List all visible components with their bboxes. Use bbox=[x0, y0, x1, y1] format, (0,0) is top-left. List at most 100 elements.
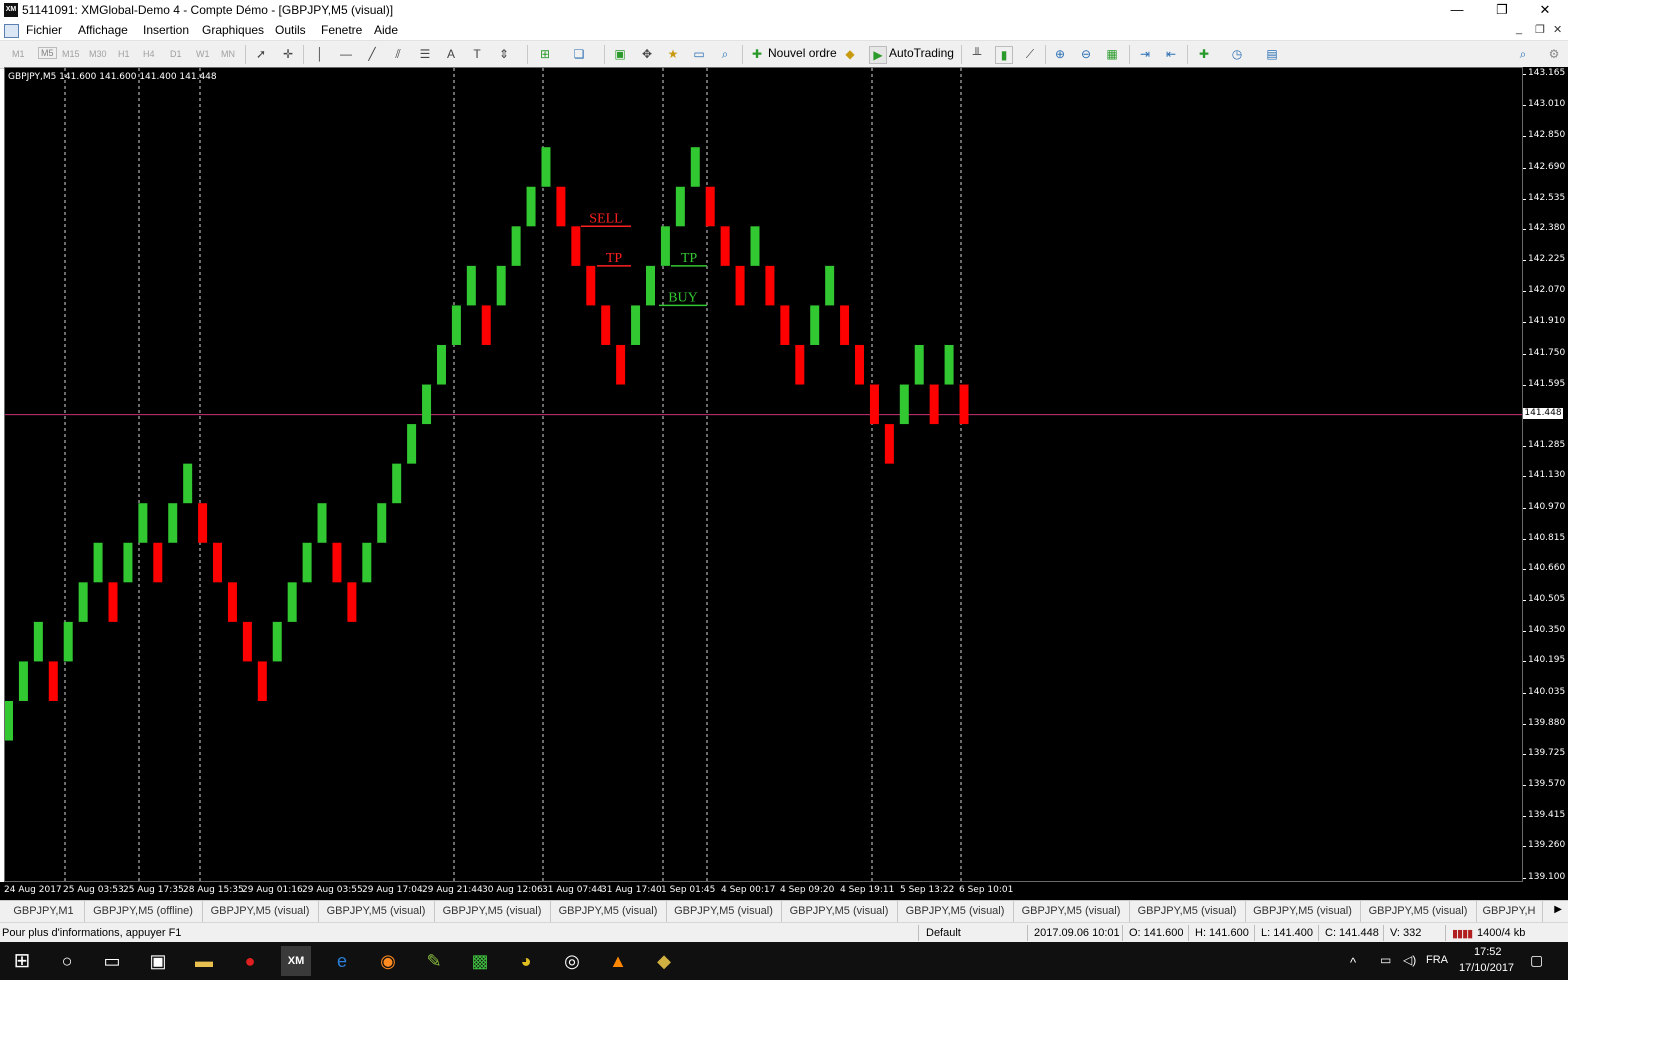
crosshair-icon[interactable]: ✛ bbox=[280, 46, 296, 62]
periodicity-icon[interactable]: ◷ bbox=[1229, 46, 1245, 62]
terminal-icon[interactable]: ▭ bbox=[691, 46, 707, 62]
market-watch-icon[interactable]: ▣ bbox=[612, 46, 628, 62]
candle-chart-icon[interactable]: ▮ bbox=[995, 46, 1013, 64]
annotation-label: TP bbox=[681, 251, 698, 266]
volume-icon[interactable]: ◁) bbox=[1403, 953, 1416, 967]
minimize-button[interactable]: — bbox=[1434, 0, 1480, 21]
language-indicator[interactable]: FRA bbox=[1426, 954, 1448, 966]
chart-tab[interactable]: GBPJPY,M5 (visual) bbox=[1360, 901, 1477, 922]
chart-tab[interactable]: GBPJPY,M1 bbox=[3, 901, 85, 922]
obs-icon[interactable]: ◎ bbox=[557, 946, 587, 976]
timeframe-m5[interactable]: M5 bbox=[38, 47, 57, 59]
timeframe-h4[interactable]: H4 bbox=[143, 49, 155, 59]
settings-icon[interactable]: ⚙ bbox=[1546, 46, 1562, 62]
renko-brick-down bbox=[959, 384, 969, 425]
camtasia-icon[interactable]: ▩ bbox=[465, 946, 495, 976]
menu-fenetre[interactable]: Fenetre bbox=[321, 23, 362, 37]
firefox-icon[interactable]: ◉ bbox=[373, 946, 403, 976]
chart-tab[interactable]: GBPJPY,M5 (visual) bbox=[897, 901, 1014, 922]
metaeditor-icon[interactable]: ◆ bbox=[649, 946, 679, 976]
autotrading-button[interactable]: AutoTrading bbox=[889, 46, 954, 60]
menu-outils[interactable]: Outils bbox=[275, 23, 306, 37]
chart-tab[interactable]: GBPJPY,H bbox=[1476, 901, 1543, 922]
zoom-in-icon[interactable]: ⊕ bbox=[1052, 46, 1068, 62]
channel-icon[interactable]: ⫽ bbox=[390, 46, 406, 62]
horizontal-line-icon[interactable]: — bbox=[338, 46, 354, 62]
timeframe-d1[interactable]: D1 bbox=[170, 49, 182, 59]
timeframe-w1[interactable]: W1 bbox=[196, 49, 210, 59]
fibonacci-icon[interactable]: ☰ bbox=[417, 46, 433, 62]
menu-graphiques[interactable]: Graphiques bbox=[202, 23, 264, 37]
tile-windows-icon[interactable]: ▦ bbox=[1104, 46, 1120, 62]
zoom-out-icon[interactable]: ⊖ bbox=[1078, 46, 1094, 62]
timeframe-m30[interactable]: M30 bbox=[89, 49, 107, 59]
vlc-icon[interactable]: ▲ bbox=[603, 946, 633, 976]
chart-tab[interactable]: GBPJPY,M5 (visual) bbox=[318, 901, 435, 922]
strategy-tester-icon[interactable]: ⌕ bbox=[717, 46, 733, 62]
chrome-icon[interactable]: ◕ bbox=[511, 946, 541, 976]
price-tick-label: 139.880 bbox=[1528, 717, 1566, 728]
chart-tab[interactable]: GBPJPY,M5 (visual) bbox=[202, 901, 319, 922]
chart-tab[interactable]: GBPJPY,M5 (visual) bbox=[1013, 901, 1130, 922]
data-window-icon[interactable]: ★ bbox=[665, 46, 681, 62]
tab-scroll-right-icon[interactable]: ▶ bbox=[1554, 904, 1562, 915]
arrows-icon[interactable]: ⇕ bbox=[496, 46, 512, 62]
mdi-restore-button[interactable]: ❐ bbox=[1535, 23, 1545, 36]
menu-insertion[interactable]: Insertion bbox=[143, 23, 189, 37]
profiles-icon[interactable]: ❏ bbox=[571, 46, 587, 62]
search-icon[interactable]: ⌕ bbox=[1515, 46, 1531, 62]
meta-editor-icon[interactable]: ◆ bbox=[842, 46, 858, 62]
timeframe-m15[interactable]: M15 bbox=[62, 49, 80, 59]
indicators-icon[interactable]: ✚ bbox=[1196, 46, 1212, 62]
line-chart-icon[interactable]: ⟋ bbox=[1022, 46, 1038, 62]
show-hidden-icons-icon[interactable]: ^ bbox=[1350, 955, 1356, 970]
chart-tab[interactable]: GBPJPY,M5 (visual) bbox=[781, 901, 898, 922]
navigator-icon[interactable]: ✥ bbox=[639, 46, 655, 62]
clock-time[interactable]: 17:52 bbox=[1474, 946, 1502, 958]
autotrading-icon[interactable]: ▶ bbox=[869, 46, 887, 64]
menu-affichage[interactable]: Affichage bbox=[78, 23, 128, 37]
chart-window-icon[interactable] bbox=[4, 24, 19, 38]
close-button[interactable]: ✕ bbox=[1522, 0, 1568, 21]
file-explorer-icon[interactable]: ▬ bbox=[189, 946, 219, 976]
edge-icon[interactable]: e bbox=[327, 946, 357, 976]
store-icon[interactable]: ▣ bbox=[143, 946, 173, 976]
bar-chart-icon[interactable]: ╨ bbox=[969, 46, 985, 62]
mdi-close-button[interactable]: ✕ bbox=[1553, 23, 1562, 36]
autoscroll-icon[interactable]: ⇥ bbox=[1137, 46, 1153, 62]
timeframe-mn[interactable]: MN bbox=[221, 49, 235, 59]
trendline-icon[interactable]: ╱ bbox=[364, 46, 380, 62]
chart-tab[interactable]: GBPJPY,M5 (visual) bbox=[1245, 901, 1361, 922]
search-taskbar-icon[interactable]: ○ bbox=[52, 946, 82, 976]
menu-aide[interactable]: Aide bbox=[374, 23, 398, 37]
templates-icon[interactable]: ▤ bbox=[1264, 46, 1280, 62]
notepad-icon[interactable]: ✎ bbox=[419, 946, 449, 976]
new-order-button[interactable]: Nouvel ordre bbox=[768, 46, 837, 60]
chart-tab[interactable]: GBPJPY,M5 (visual) bbox=[1129, 901, 1246, 922]
new-chart-icon[interactable]: ⊞ bbox=[537, 46, 553, 62]
vertical-line-icon[interactable]: │ bbox=[312, 46, 328, 62]
mdi-minimize-button[interactable]: _ bbox=[1516, 23, 1522, 35]
restore-button[interactable]: ❐ bbox=[1479, 0, 1525, 21]
chart-area[interactable]: SELL TP TP BUY GBPJPY,M5 141.600 141.600 14… bbox=[4, 67, 1523, 882]
timeframe-m1[interactable]: M1 bbox=[12, 49, 25, 59]
chart-tab[interactable]: GBPJPY,M5 (visual) bbox=[550, 901, 667, 922]
windows-start-icon[interactable]: ⊞ bbox=[7, 946, 37, 976]
notifications-icon[interactable]: ▢ bbox=[1530, 952, 1543, 969]
chart-shift-icon[interactable]: ⇤ bbox=[1163, 46, 1179, 62]
network-icon[interactable]: ▭ bbox=[1380, 953, 1391, 967]
menu-fichier[interactable]: Fichier bbox=[26, 23, 62, 37]
cursor-icon[interactable]: ➚ bbox=[253, 46, 269, 62]
label-icon[interactable]: T bbox=[469, 46, 485, 62]
task-view-icon[interactable]: ▭ bbox=[97, 946, 127, 976]
record-app-icon[interactable]: ● bbox=[235, 946, 265, 976]
text-icon[interactable]: A bbox=[443, 46, 459, 62]
xm-terminal-taskbar-icon[interactable]: XM bbox=[281, 946, 311, 976]
chart-tab[interactable]: GBPJPY,M5 (offline) bbox=[84, 901, 203, 922]
price-axis[interactable]: 143.165 143.010 142.850 142.690 142.535 142.3… bbox=[1523, 67, 1568, 882]
chart-tab[interactable]: GBPJPY,M5 (visual) bbox=[434, 901, 551, 922]
clock-date[interactable]: 17/10/2017 bbox=[1459, 962, 1514, 974]
chart-tab[interactable]: GBPJPY,M5 (visual) bbox=[666, 901, 782, 922]
new-order-icon[interactable]: ✚ bbox=[749, 46, 765, 62]
timeframe-h1[interactable]: H1 bbox=[118, 49, 130, 59]
